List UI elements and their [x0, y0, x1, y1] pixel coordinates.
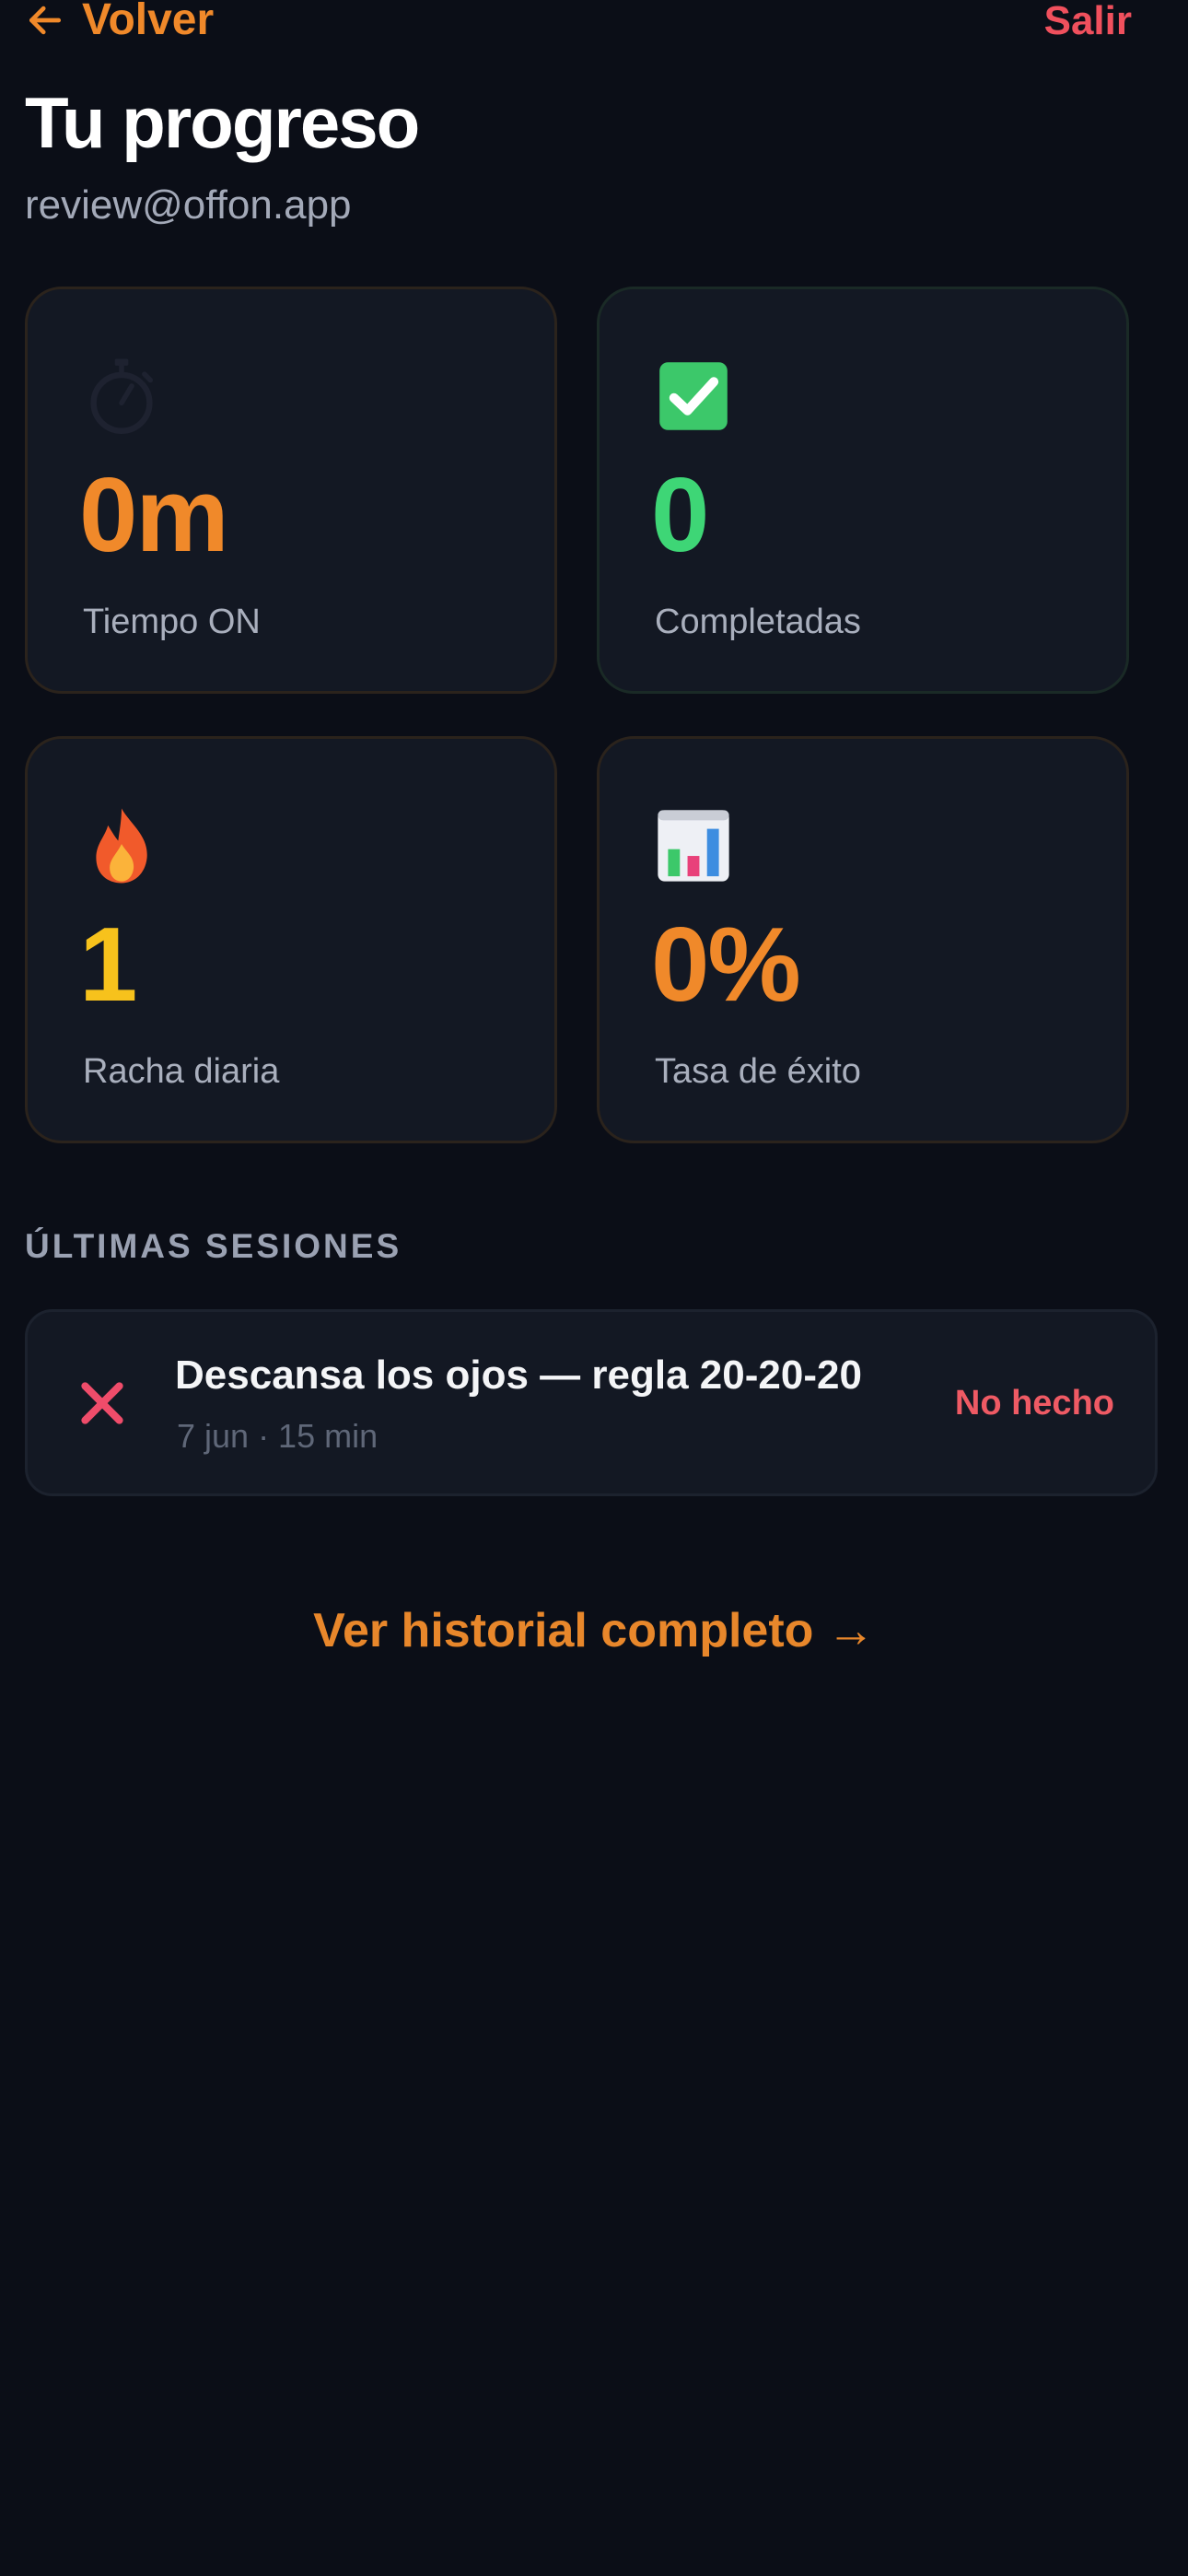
stat-value: 0m: [79, 457, 229, 574]
stat-label: Racha diaria: [83, 1052, 280, 1091]
back-button[interactable]: Volver: [25, 0, 214, 45]
user-email: review@offon.app: [25, 182, 352, 228]
bar-chart-icon: [658, 810, 729, 882]
cross-icon: [81, 1382, 123, 1424]
session-status: No hecho: [954, 1384, 1114, 1423]
logout-button[interactable]: Salir: [1044, 0, 1132, 44]
section-heading: ÚLTIMAS SESIONES: [25, 1227, 402, 1265]
stopwatch-icon: [90, 358, 154, 434]
page-title: Tu progreso: [25, 82, 420, 163]
session-meta: 7 jun · 15 min: [177, 1417, 379, 1455]
back-label: Volver: [82, 0, 215, 44]
stat-value: 0: [651, 457, 709, 574]
session-item[interactable]: Descansa los ojos — regla 20-20-20 7 jun…: [25, 1309, 1158, 1496]
check-box-icon: [659, 362, 728, 430]
stat-value: 0%: [651, 907, 801, 1024]
stat-card-streak: 1 Racha diaria: [25, 736, 557, 1143]
stat-label: Completadas: [655, 603, 861, 641]
stat-value: 1: [79, 907, 137, 1024]
stat-label: Tasa de éxito: [655, 1052, 861, 1091]
fire-icon: [96, 808, 147, 884]
session-title: Descansa los ojos — regla 20-20-20: [175, 1352, 862, 1398]
stat-card-completed: 0 Completadas: [597, 287, 1129, 694]
stat-card-time-on: 0m Tiempo ON: [25, 287, 557, 694]
stat-card-success-rate: 0% Tasa de éxito: [597, 736, 1129, 1143]
stat-label: Tiempo ON: [83, 603, 261, 641]
arrow-left-icon: [29, 6, 62, 34]
history-link[interactable]: Ver historial completo →: [0, 1603, 1188, 1658]
